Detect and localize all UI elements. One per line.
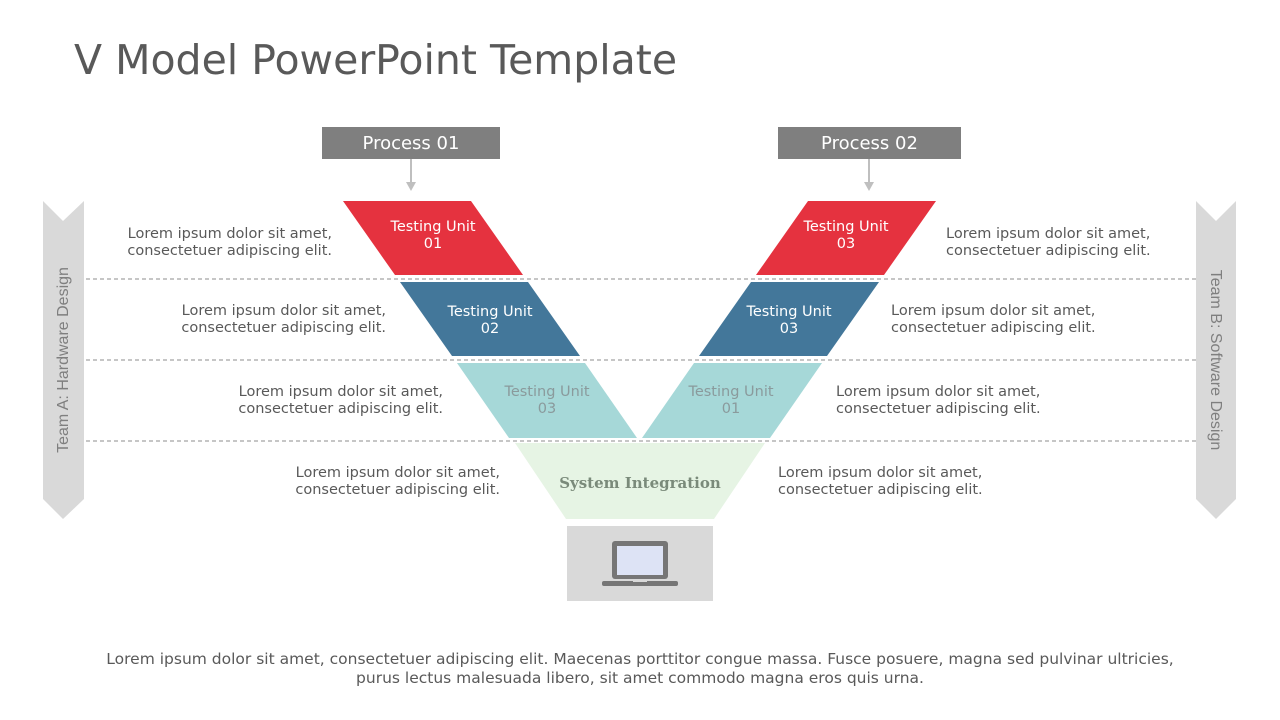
unit-title: Testing Unit [688, 384, 774, 400]
left-description-3: Lorem ipsum dolor sit amet, consectetuer… [238, 384, 443, 418]
unit-number: 03 [836, 236, 856, 252]
description-line: Lorem ipsum dolor sit amet, [946, 226, 1151, 242]
right-description-4: Lorem ipsum dolor sit amet, consectetuer… [778, 465, 983, 499]
description-line: consectetuer adipiscing elit. [295, 482, 500, 498]
description-line: Lorem ipsum dolor sit amet, [891, 303, 1096, 319]
left-description-1: Lorem ipsum dolor sit amet, consectetuer… [127, 226, 332, 260]
unit-number: 02 [480, 321, 500, 337]
description-line: Lorem ipsum dolor sit amet, [295, 465, 500, 481]
description-line: consectetuer adipiscing elit. [181, 320, 386, 336]
footer-text: Lorem ipsum dolor sit amet, consectetuer… [106, 650, 1174, 687]
description-line: Lorem ipsum dolor sit amet, [127, 226, 332, 242]
unit-title: Testing Unit [390, 219, 476, 235]
right-unit-3-label: Testing Unit 01 [661, 384, 801, 418]
right-description-3: Lorem ipsum dolor sit amet, consectetuer… [836, 384, 1041, 418]
left-unit-2-label: Testing Unit 02 [420, 304, 560, 338]
team-b-label: Team B: Software Design [1207, 269, 1224, 451]
system-integration-label: System Integration [559, 474, 721, 492]
v-model-diagram [43, 159, 1236, 601]
team-a-label: Team A: Hardware Design [55, 267, 72, 453]
unit-title: Testing Unit [746, 304, 832, 320]
arrow-down-icon [864, 182, 874, 191]
unit-number: 01 [423, 236, 443, 252]
process-02-box: Process 02 [778, 127, 961, 159]
right-unit-1-label: Testing Unit 03 [776, 219, 916, 253]
right-unit-2-label: Testing Unit 03 [719, 304, 859, 338]
right-description-1: Lorem ipsum dolor sit amet, consectetuer… [946, 226, 1151, 260]
description-line: consectetuer adipiscing elit. [238, 401, 443, 417]
description-line: consectetuer adipiscing elit. [778, 482, 983, 498]
description-line: Lorem ipsum dolor sit amet, [836, 384, 1041, 400]
description-line: consectetuer adipiscing elit. [836, 401, 1041, 417]
description-line: consectetuer adipiscing elit. [946, 243, 1151, 259]
description-line: consectetuer adipiscing elit. [127, 243, 332, 259]
process-01-box: Process 01 [322, 127, 500, 159]
arrow-down-icon [406, 182, 416, 191]
right-description-2: Lorem ipsum dolor sit amet, consectetuer… [891, 303, 1096, 337]
unit-title: Testing Unit [803, 219, 889, 235]
unit-number: 03 [537, 401, 557, 417]
description-line: Lorem ipsum dolor sit amet, [181, 303, 386, 319]
unit-title: Testing Unit [504, 384, 590, 400]
left-description-2: Lorem ipsum dolor sit amet, consectetuer… [181, 303, 386, 337]
unit-number: 03 [779, 321, 799, 337]
left-unit-1-label: Testing Unit 01 [363, 219, 503, 253]
unit-title: Testing Unit [447, 304, 533, 320]
left-unit-3-label: Testing Unit 03 [477, 384, 617, 418]
left-description-4: Lorem ipsum dolor sit amet, consectetuer… [295, 465, 500, 499]
description-line: Lorem ipsum dolor sit amet, [238, 384, 443, 400]
unit-number: 01 [721, 401, 741, 417]
description-line: consectetuer adipiscing elit. [891, 320, 1096, 336]
description-line: Lorem ipsum dolor sit amet, [778, 465, 983, 481]
